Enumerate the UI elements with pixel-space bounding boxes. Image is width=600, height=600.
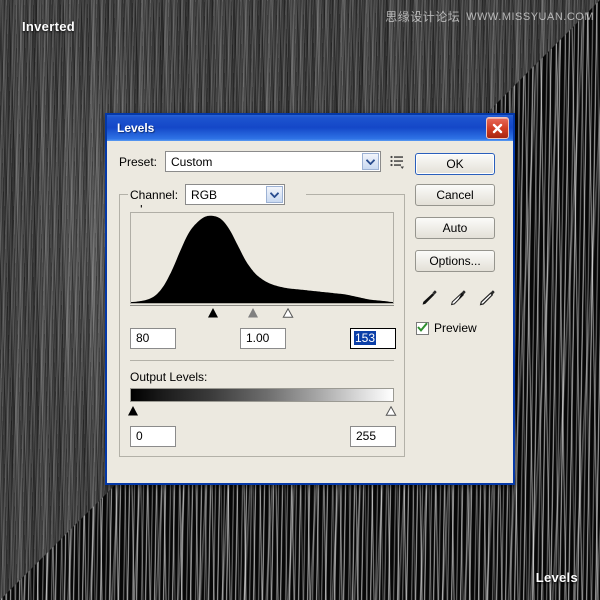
preview-label: Preview bbox=[434, 321, 477, 335]
input-highlight-slider-handle[interactable] bbox=[282, 308, 294, 318]
cancel-button[interactable]: Cancel bbox=[415, 184, 495, 206]
set-gray-point-eyedropper-icon[interactable] bbox=[448, 288, 468, 308]
input-levels-fields: 80 1.00 153 bbox=[130, 328, 396, 350]
channel-row: Channel: RGB bbox=[130, 184, 290, 205]
ok-button[interactable]: OK bbox=[415, 153, 495, 175]
input-levels-slider bbox=[130, 305, 394, 321]
preset-options-menu-icon[interactable] bbox=[389, 154, 405, 170]
input-shadow-field[interactable]: 80 bbox=[130, 328, 176, 349]
canvas-label-inverted: Inverted bbox=[22, 19, 75, 34]
watermark-url: WWW.MISSYUAN.COM bbox=[466, 10, 594, 23]
output-black-slider-handle[interactable] bbox=[128, 406, 139, 416]
preset-value: Custom bbox=[171, 154, 213, 169]
output-levels-label: Output Levels: bbox=[130, 370, 208, 384]
dialog-right-column: OK Cancel Auto Options... Preview bbox=[415, 151, 501, 475]
canvas-label-levels: Levels bbox=[535, 570, 578, 585]
input-midtone-field[interactable]: 1.00 bbox=[240, 328, 286, 349]
watermark-chinese-text: 思缘设计论坛 bbox=[385, 10, 461, 24]
histogram bbox=[130, 212, 394, 304]
output-white-field[interactable]: 255 bbox=[350, 426, 396, 447]
auto-button[interactable]: Auto bbox=[415, 217, 495, 239]
preview-checkbox[interactable] bbox=[416, 319, 429, 337]
set-white-point-eyedropper-icon[interactable] bbox=[477, 288, 497, 308]
preset-label: Preset: bbox=[119, 154, 158, 169]
input-highlight-field[interactable]: 153 bbox=[350, 328, 396, 349]
output-levels-slider bbox=[128, 403, 397, 419]
chevron-down-icon[interactable] bbox=[266, 186, 284, 203]
watermark: 思缘设计论坛 WWW.MISSYUAN.COM bbox=[385, 8, 594, 25]
check-icon bbox=[417, 319, 428, 337]
channel-select[interactable]: RGB bbox=[185, 184, 286, 205]
output-levels-fields: 0 255 bbox=[130, 426, 396, 448]
preview-row[interactable]: Preview bbox=[416, 321, 501, 335]
dialog-titlebar[interactable]: Levels bbox=[107, 115, 513, 141]
set-black-point-eyedropper-icon[interactable] bbox=[419, 288, 439, 308]
channel-label: Channel: bbox=[130, 187, 179, 202]
options-button[interactable]: Options... bbox=[415, 250, 495, 272]
slider-track bbox=[130, 305, 394, 306]
close-icon bbox=[491, 122, 504, 135]
dialog-left-column: Preset: Custom Channel: RGB 80 1.00 153 … bbox=[119, 151, 405, 475]
channel-value: RGB bbox=[191, 187, 218, 202]
output-white-slider-handle[interactable] bbox=[385, 406, 397, 416]
preset-row: Preset: Custom bbox=[119, 151, 405, 172]
preset-select[interactable]: Custom bbox=[165, 151, 381, 172]
input-midtone-slider-handle[interactable] bbox=[248, 308, 259, 318]
section-divider bbox=[130, 360, 394, 361]
close-button[interactable] bbox=[486, 117, 509, 139]
eyedropper-group bbox=[419, 288, 501, 308]
screenshot-canvas: Inverted Levels 思缘设计论坛 WWW.MISSYUAN.COM … bbox=[0, 0, 600, 600]
dialog-title: Levels bbox=[117, 121, 155, 135]
levels-dialog: Levels Preset: Custom Channel: RGB 80 1.… bbox=[105, 113, 515, 485]
input-shadow-slider-handle[interactable] bbox=[207, 308, 218, 318]
input-highlight-value: 153 bbox=[354, 331, 377, 345]
histogram-plot bbox=[131, 215, 393, 303]
input-levels-groupbox: Channel: RGB Input Levels: bbox=[119, 184, 405, 457]
chevron-down-icon[interactable] bbox=[362, 153, 379, 170]
output-levels-gradient bbox=[130, 388, 394, 402]
output-black-field[interactable]: 0 bbox=[130, 426, 176, 447]
dialog-body: Preset: Custom Channel: RGB 80 1.00 153 … bbox=[107, 141, 513, 483]
